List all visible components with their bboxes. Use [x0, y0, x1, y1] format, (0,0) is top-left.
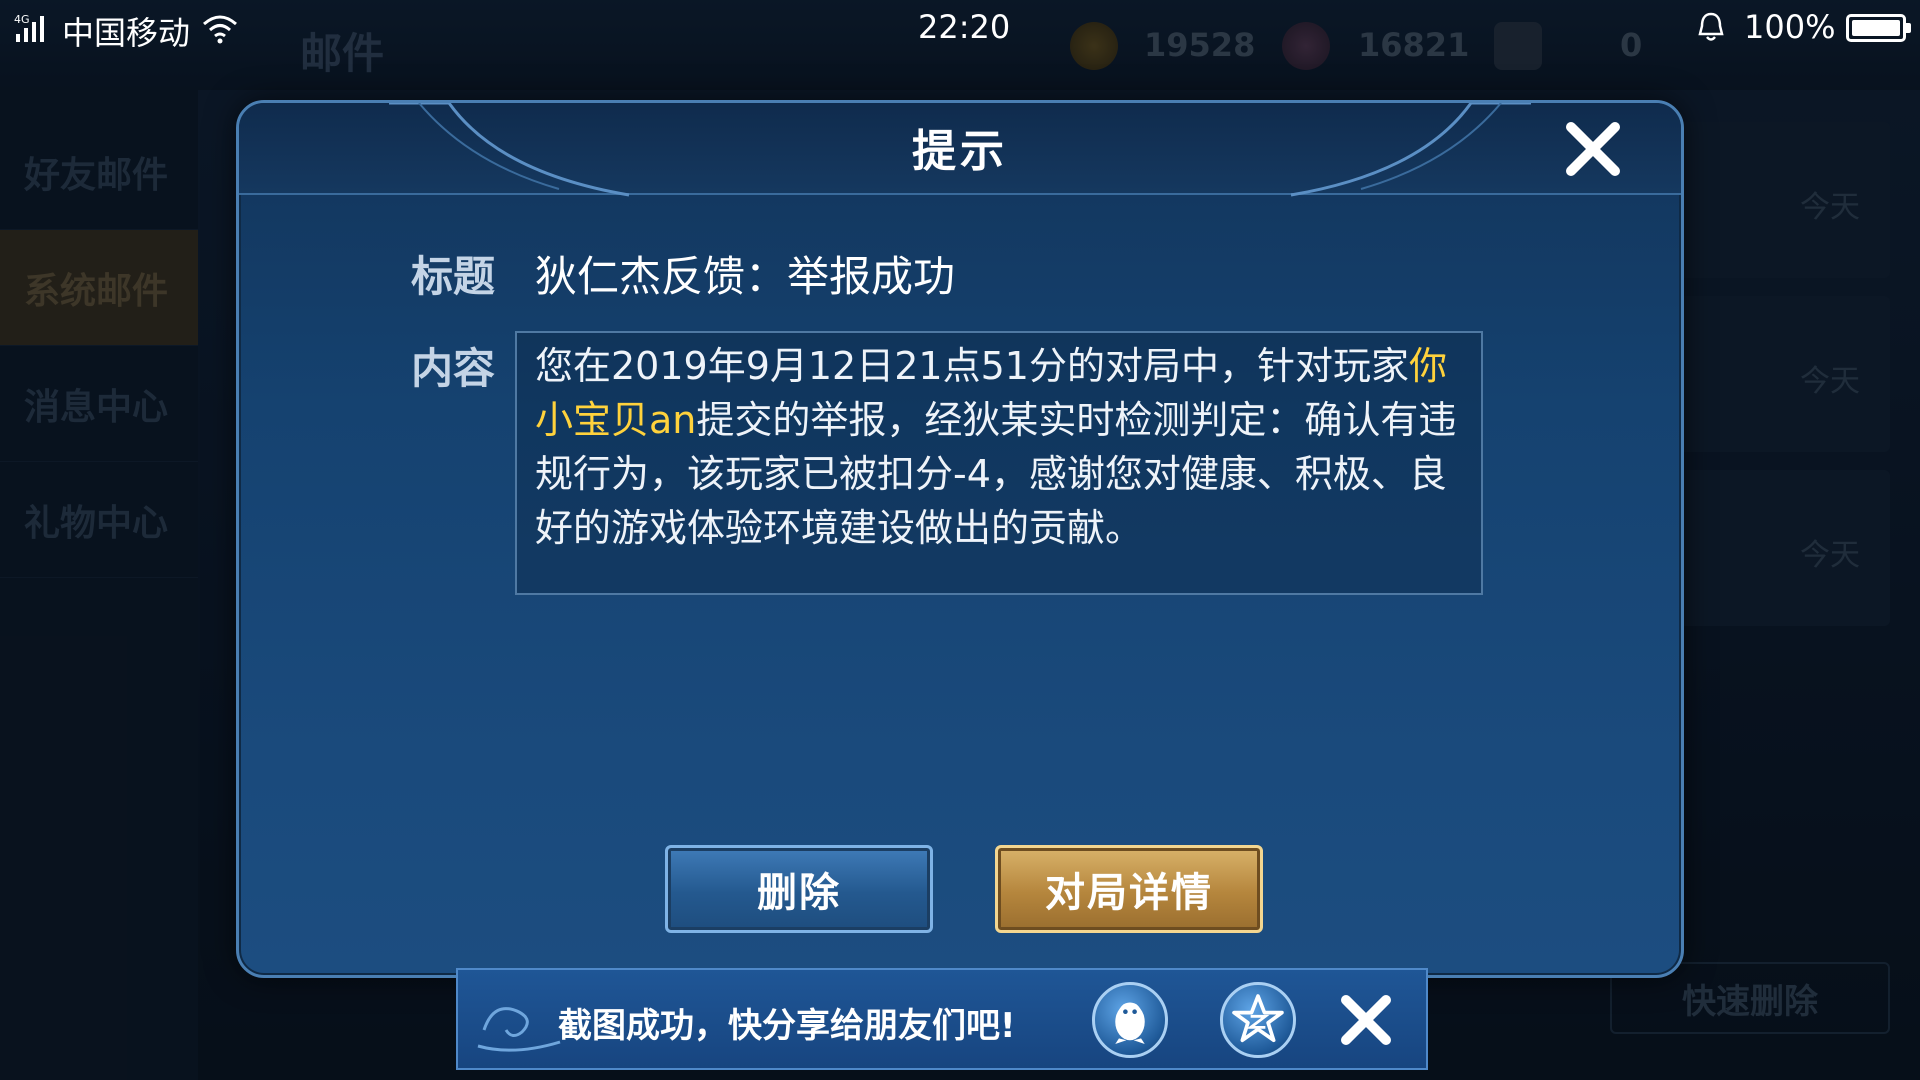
signal-icon: 4G	[14, 13, 44, 42]
cloud-swirl-icon	[477, 1007, 561, 1052]
qzone-star-icon[interactable]	[1220, 982, 1296, 1058]
network-type: 4G	[14, 13, 30, 26]
clock: 22:20	[918, 8, 1011, 46]
dialog-header: 提示	[239, 103, 1681, 197]
screenshot-share-toast: 截图成功，快分享给朋友们吧!	[456, 968, 1428, 1070]
battery-icon	[1846, 14, 1911, 42]
toast-close-icon[interactable]	[1336, 990, 1396, 1050]
alarm-bell-icon	[1698, 12, 1724, 41]
subject-value: 狄仁杰反馈：举报成功	[535, 252, 956, 301]
wifi-icon	[203, 15, 237, 44]
mail-content: 您在2019年9月12日21点51分的对局中，针对玩家你小宝贝an提交的举报，经…	[515, 331, 1483, 595]
report-result-dialog: 提示 标题 狄仁杰反馈：举报成功 内容 您在2019年9月12日21点51分的对…	[236, 100, 1684, 978]
toast-message: 截图成功，快分享给朋友们吧!	[558, 1006, 1016, 1046]
delete-button[interactable]: 删除	[665, 845, 933, 933]
match-details-button[interactable]: 对局详情	[995, 845, 1263, 933]
content-text-before: 您在2019年9月12日21点51分的对局中，针对玩家	[535, 344, 1409, 388]
qq-icon[interactable]	[1092, 982, 1168, 1058]
battery-percent: 100%	[1744, 8, 1836, 46]
carrier-name: 中国移动	[62, 14, 191, 52]
content-label: 内容	[411, 344, 496, 393]
subject-label: 标题	[411, 252, 496, 301]
status-bar: 4G 中国移动 22:20 100%	[0, 0, 1920, 58]
close-icon[interactable]	[1563, 119, 1623, 179]
dialog-title: 提示	[912, 126, 1008, 177]
